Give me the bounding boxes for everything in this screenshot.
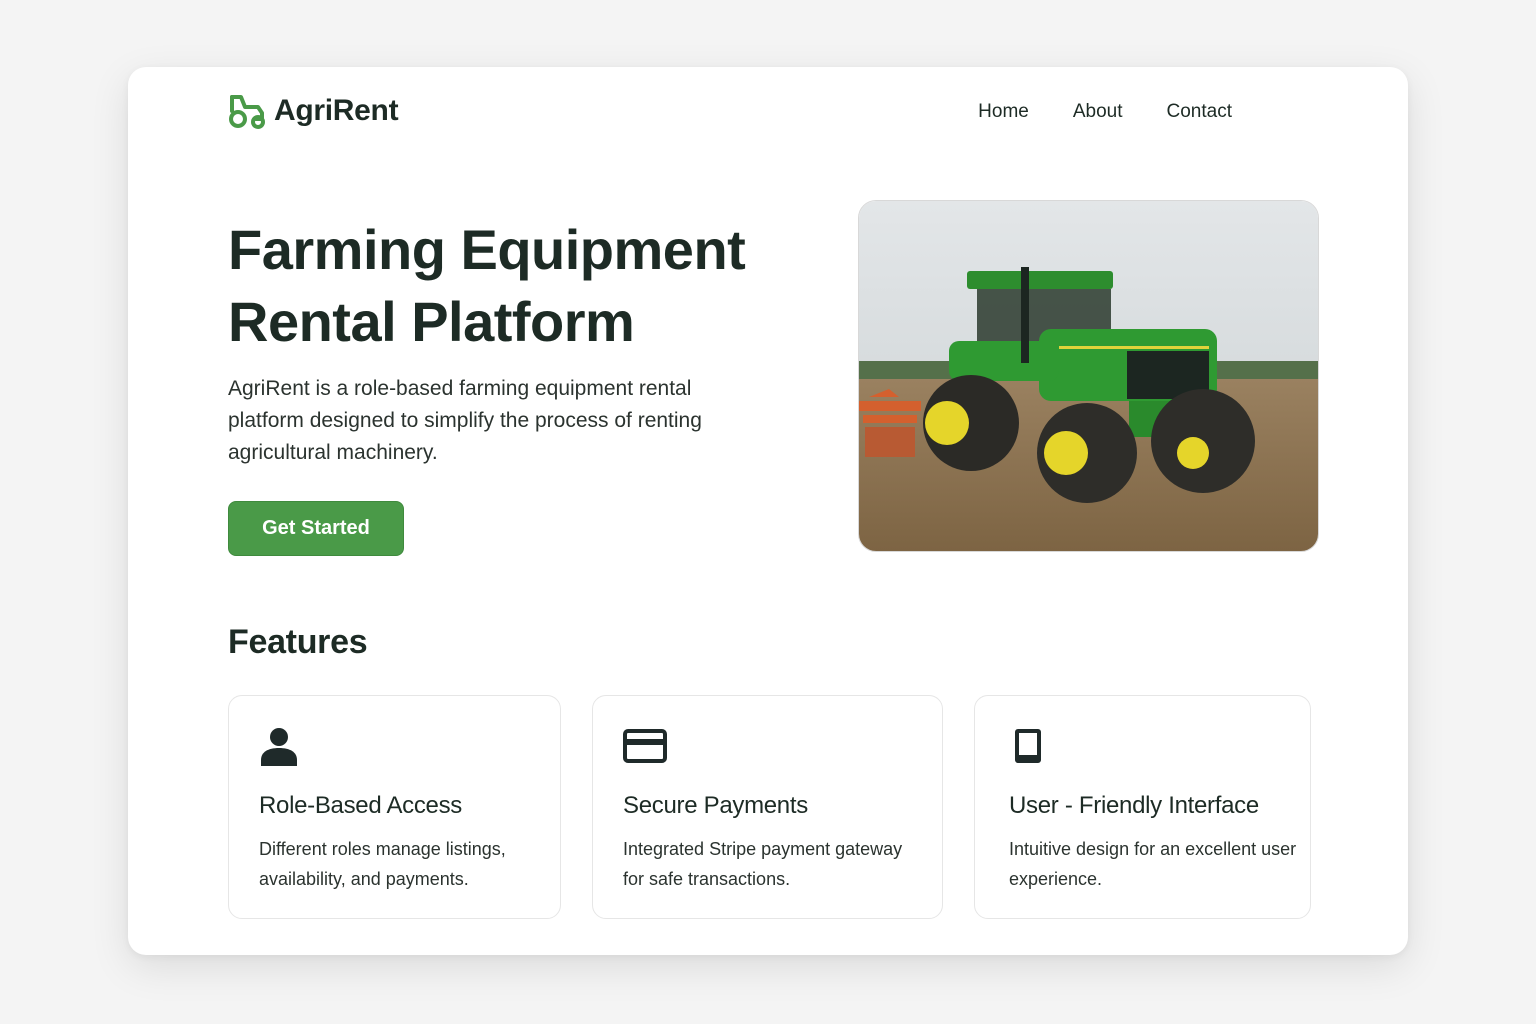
- nav-home[interactable]: Home: [978, 101, 1029, 123]
- feature-description: Intuitive design for an excellent user e…: [1009, 839, 1297, 889]
- credit-card-icon: [623, 729, 667, 763]
- feature-card-user-friendly-interface: User - Friendly Interface Intuitive desi…: [974, 695, 1311, 919]
- nav-contact[interactable]: Contact: [1167, 101, 1232, 123]
- hero-description: AgriRent is a role-based farming equipme…: [228, 377, 702, 464]
- tractor-image: [858, 200, 1319, 552]
- feature-title: Role-Based Access: [259, 792, 463, 819]
- logo[interactable]: AgriRent: [228, 93, 399, 129]
- feature-card-secure-payments: Secure Payments Integrated Stripe paymen…: [592, 695, 943, 919]
- hero-title: Farming Equipment Rental Platform: [228, 218, 746, 353]
- nav-about[interactable]: About: [1073, 101, 1123, 123]
- feature-title: User - Friendly Interface: [1009, 792, 1259, 819]
- feature-description: Different roles manage listings, availab…: [259, 839, 506, 889]
- page-card: AgriRent Home About Contact Farming Equi…: [128, 67, 1408, 955]
- brand-name: AgriRent: [274, 94, 399, 127]
- tablet-icon: [1015, 729, 1041, 763]
- feature-title: Secure Payments: [623, 792, 808, 819]
- features-heading: Features: [228, 623, 368, 661]
- tractor-logo-icon: [229, 95, 265, 129]
- feature-card-role-based-access: Role-Based Access Different roles manage…: [228, 695, 561, 919]
- get-started-button[interactable]: Get Started: [228, 501, 404, 556]
- feature-description: Integrated Stripe payment gateway for sa…: [623, 839, 903, 889]
- user-icon: [261, 728, 297, 766]
- main-nav: Home About Contact: [978, 101, 1232, 123]
